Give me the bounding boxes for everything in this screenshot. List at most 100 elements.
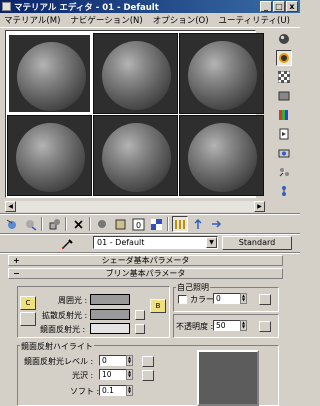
rollout-title: ブリン基本パラメータ [105,269,186,278]
show-end-result-button[interactable] [172,216,188,232]
show-map-in-viewport-button[interactable] [148,216,164,232]
sample-type-button[interactable] [276,31,292,47]
sample-sphere [188,41,257,110]
lock-ambient-diffuse-button[interactable]: C [20,296,36,310]
specular-level-map-button[interactable] [142,356,154,367]
background-button[interactable] [276,69,292,85]
specular-color-swatch[interactable] [90,323,130,334]
select-by-material-icon [279,168,289,177]
options-icon [278,149,290,158]
rollout-blinn-basic[interactable]: − ブリン基本パラメータ [8,268,283,279]
highlight-curve-preview [197,350,259,406]
sample-slot-4[interactable] [7,115,92,196]
scroll-right-button[interactable]: ▶ [254,201,265,212]
put-to-library-button[interactable] [112,216,128,232]
toolbar-separator [41,217,43,231]
glossiness-spinner[interactable]: 10 ▲ ▼ [99,369,133,380]
ambient-color-swatch[interactable] [90,294,130,305]
close-button[interactable]: x [286,1,298,12]
sample-slot-5[interactable] [93,115,178,196]
video-color-check-button[interactable] [276,107,292,123]
specular-map-button[interactable] [135,324,145,334]
color-check-icon [279,110,288,120]
put-material-button[interactable] [22,216,38,232]
material-toolbar: 0 [4,215,224,233]
get-material-button[interactable] [4,216,20,232]
soften-label: ソフト : [70,387,100,396]
make-preview-button[interactable] [276,126,292,142]
menu-material[interactable]: マテリアル(M) [4,14,60,26]
checker-cube-icon [150,218,162,230]
diffuse-map-button[interactable] [135,310,145,320]
backlight-button[interactable] [276,50,292,66]
minimize-button[interactable]: _ [260,1,272,12]
sample-slot-1[interactable] [7,33,92,114]
spinner-arrows-icon[interactable]: ▲ ▼ [126,369,133,380]
material-type-button[interactable]: Standard [222,236,292,250]
soften-spinner[interactable]: 0.1 ▲ ▼ [99,385,133,396]
sample-sphere [17,42,86,111]
self-illum-spinner[interactable]: 0 ▲ ▼ [213,293,247,304]
dropdown-arrow-icon[interactable]: ▼ [206,237,217,248]
glossiness-map-button[interactable] [142,370,154,381]
toolbar-separator [65,217,67,231]
spinner-arrows-icon[interactable]: ▲ ▼ [126,385,133,396]
side-toolbar [276,31,294,199]
reset-material-button[interactable] [70,216,86,232]
sample-slot-6[interactable] [179,115,264,196]
maximize-button[interactable]: □ [273,1,285,12]
lock-maps-button[interactable]: B [150,299,166,313]
uv-tiling-button[interactable] [276,88,292,104]
collapse-minus-icon: − [13,269,20,278]
rollout-title: シェーダ基本パラメータ [101,256,190,265]
material-name-combo[interactable]: 01 - Default ▼ [93,236,218,249]
material-effects-channel-button[interactable]: 0 [130,216,146,232]
scroll-left-button[interactable]: ◀ [5,201,16,212]
make-unique-button[interactable] [94,216,110,232]
rollout-shader-basic[interactable]: + シェーダ基本パラメータ [8,255,283,266]
tiling-icon [278,91,290,101]
spinner-arrows-icon[interactable]: ▲ ▼ [240,320,247,331]
get-material-icon [6,219,16,229]
delete-x-icon [73,219,83,229]
glossiness-value: 10 [102,370,112,379]
go-forward-icon [211,219,221,228]
spinner-arrows-icon[interactable]: ▲ ▼ [126,355,133,366]
scroll-track[interactable] [16,201,254,212]
menu-bar: マテリアル(M) ナビゲーション(N) オプション(O) ユーティリティ(U) [0,13,300,28]
glossiness-label: 光沢 : [72,371,94,380]
sample-slot-2[interactable] [93,33,178,114]
spinner-arrows-icon[interactable]: ▲ ▼ [240,293,247,304]
separator [0,252,300,254]
opacity-value: 50 [216,321,226,330]
sample-slot-3[interactable] [179,33,264,114]
opacity-map-button[interactable] [259,321,271,332]
lock-diffuse-specular-button[interactable] [20,312,36,326]
svg-text:0: 0 [136,221,141,230]
slots-horizontal-scrollbar[interactable]: ◀ ▶ [5,201,265,212]
specular-level-label: 鏡面反射光レベル : [24,357,94,366]
sphere-icon [279,34,289,44]
window-title: マテリアル エディタ - 01 - Default [14,2,159,13]
diffuse-color-swatch[interactable] [90,309,130,320]
assign-material-icon [49,218,60,229]
toolbar-separator [89,217,91,231]
specular-level-spinner[interactable]: 0 ▲ ▼ [99,355,133,366]
navigator-icon [282,186,286,196]
title-bar: マテリアル エディタ - 01 - Default _ □ x [0,0,300,13]
menu-navigation[interactable]: ナビゲーション(N) [70,14,142,26]
go-to-parent-button[interactable] [190,216,206,232]
soften-value: 0.1 [102,386,114,395]
menu-options[interactable]: オプション(O) [153,14,209,26]
self-illum-map-button[interactable] [259,294,271,305]
select-by-material-button[interactable] [276,164,292,180]
pick-material-from-object-button[interactable] [60,235,76,251]
material-navigator-button[interactable] [276,183,292,199]
go-forward-to-sibling-button[interactable] [208,216,224,232]
preview-icon [279,128,289,140]
self-illum-color-checkbox[interactable] [178,295,187,304]
assign-material-button[interactable] [46,216,62,232]
opacity-spinner[interactable]: 50 ▲ ▼ [213,320,247,331]
options-button[interactable] [276,145,292,161]
menu-utilities[interactable]: ユーティリティ(U) [219,14,290,26]
